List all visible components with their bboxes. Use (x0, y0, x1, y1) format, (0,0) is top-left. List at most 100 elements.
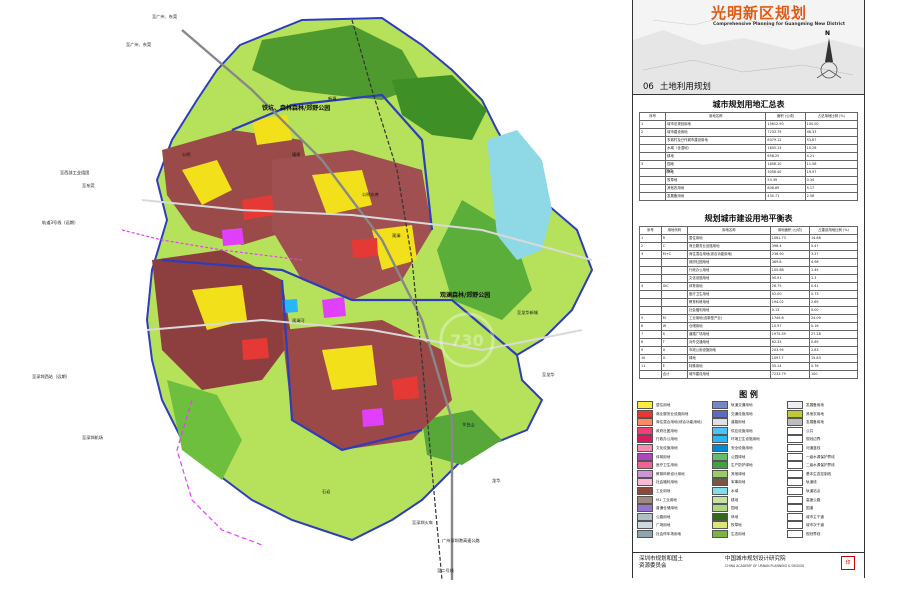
legend-item: 其他农用地 (787, 409, 862, 418)
cell: 10 (639, 354, 662, 363)
legend-item: 安全设施用地 (712, 444, 787, 452)
cell: 1605.13 (765, 144, 806, 153)
table-row: 发展备用地 435.71 2.56 (638, 192, 859, 201)
cell (639, 266, 662, 275)
legend-swatch (712, 495, 728, 504)
map-label: 新塘 (328, 96, 337, 101)
legend-item: 基本生态控制线 (787, 469, 862, 478)
cell: 0.41 (809, 282, 858, 291)
sheet-title: 土地利用规划 (659, 82, 711, 92)
legend-label: 社会停车场用地 (656, 532, 682, 536)
cell: 0.16 (809, 322, 858, 331)
table-row: 水域（含湿地） 1605.13 10.28 (638, 144, 859, 153)
table-row: 5 M 工业用地(含新型产业) 1749.6 24.09 (639, 314, 858, 323)
map-label: 至二号线 (437, 568, 454, 573)
legend-swatch (637, 521, 653, 530)
table-row: 9 U 市政公用设施用地 203.95 2.83 (639, 346, 858, 355)
cell: 4.98 (809, 258, 858, 267)
table-row: 其他农用地 808.69 5.17 (638, 184, 859, 193)
civic-patch-1 (222, 228, 244, 246)
legend-swatch (787, 409, 803, 418)
legend-label: 水域 (731, 489, 739, 493)
cell (638, 184, 667, 193)
legend-label: 公路用地 (656, 514, 671, 519)
table-row: 4 GIC 体育用地 26.75 0.41 (639, 282, 858, 291)
cell: 3 (639, 250, 662, 259)
cell: 城市总规划用地 (665, 120, 767, 129)
cell: 1808.10 (765, 160, 806, 169)
legend-swatch (787, 487, 803, 495)
legend-label: 生产防护绿地 (731, 463, 753, 468)
legend-label: 园地 (731, 506, 739, 511)
cell: 市政公用设施用地 (686, 346, 771, 355)
cell (660, 266, 688, 275)
cell: 1.45 (809, 266, 858, 275)
legend-item: 居住用地 (637, 401, 712, 409)
cell: 2.56 (804, 192, 859, 201)
legend-label: 轨道交通用地 (731, 403, 753, 407)
commercial-patch-4 (392, 376, 419, 400)
legend-item: 规划边界 (787, 435, 862, 444)
legend-label: 供应设施用地 (731, 428, 753, 433)
cell: 发展备用地 (665, 192, 767, 201)
cell: 0.34 (804, 176, 859, 185)
legend-label: 河道蓝线 (806, 446, 821, 450)
column-header: 占建设用地比例 (%) (809, 226, 858, 235)
cell: U (660, 346, 688, 355)
map-label: 公明水库 (362, 192, 379, 197)
table-row: 11 E 特殊用地 55.14 0.76 (639, 362, 858, 371)
cell (638, 144, 667, 153)
client-name-line1: 深圳市规划和国土 (639, 556, 684, 562)
cell: 文化设施用地 (686, 274, 771, 283)
cell: W (660, 322, 688, 331)
table-row: 社会福利用地 0.13 0.00 (639, 306, 858, 315)
cell: 合计 (660, 370, 688, 379)
cell: 水域（含湿地） (665, 144, 767, 153)
legend-item: 医疗卫生用地 (637, 461, 712, 470)
cell: 0.73 (809, 290, 858, 299)
table-row: 6 W 仓储用地 10.97 0.16 (639, 322, 858, 331)
table-row: 文化设施用地 90.91 1.3 (639, 274, 858, 283)
legend-swatch (637, 530, 653, 538)
legend-label: 其他绿地 (731, 471, 746, 476)
legend-swatch (712, 418, 728, 427)
sheet-number: 06 (643, 82, 654, 92)
legend-item: M1 工业用地 (637, 495, 712, 504)
legend-item: 供应设施用地 (712, 426, 787, 435)
legend-item: 文化设施用地 (637, 444, 712, 452)
legend-label: 规划边界 (806, 437, 821, 442)
legend-item: 普通仓储用地 (637, 504, 712, 513)
designer-name: 中国城市规划设计研究院 (725, 556, 786, 562)
cell (660, 298, 688, 307)
legend-label: 牧草地 (731, 523, 742, 528)
legend-swatch (712, 435, 728, 444)
legend-item: 生产防护绿地 (712, 461, 787, 470)
legend-label: 军事用地 (731, 480, 746, 485)
legend-swatch (787, 435, 803, 444)
footer: 深圳市规划和国土 资源委员会 中国城市规划设计研究院 CHINA ACADEMY… (633, 552, 864, 579)
legend-item: 社会停车场用地 (637, 530, 712, 538)
cell: 园地 (665, 160, 767, 169)
table-row: 7 S 道路广场用地 1975.59 27.28 (639, 330, 858, 339)
cell: 政府社团用地 (686, 258, 771, 267)
map-label: 至广州、东莞 (152, 14, 178, 19)
cell: 9 (639, 346, 662, 355)
cell: 46.33 (804, 128, 859, 137)
balance-table: 序号 用地代码 用地名称 用地面积 (公顷) 占建设用地比例 (%) 1 R 居住用… (639, 226, 858, 379)
cell: 369.8 (769, 258, 811, 267)
legend-label: 文化设施用地 (656, 446, 678, 450)
cell: 林地 (665, 168, 767, 177)
map-label: 羊台山 (462, 422, 475, 427)
legend-item: 生态用地 (712, 530, 787, 538)
cell: 90.91 (769, 274, 811, 283)
cell: 0.89 (809, 338, 858, 347)
table-row: 1 城市总规划用地 15612.90 100.00 (638, 120, 859, 129)
cell: 道路广场用地 (686, 330, 771, 339)
cell (660, 274, 688, 283)
legend-title: 图 例 (739, 390, 758, 399)
table-row: 牧草地 53.39 0.34 (638, 176, 859, 185)
cell: 5 (639, 314, 662, 323)
cell: 11 (639, 362, 662, 371)
legend-item: 牧草地 (712, 521, 787, 530)
legend-item: 道路用地 (712, 418, 787, 427)
